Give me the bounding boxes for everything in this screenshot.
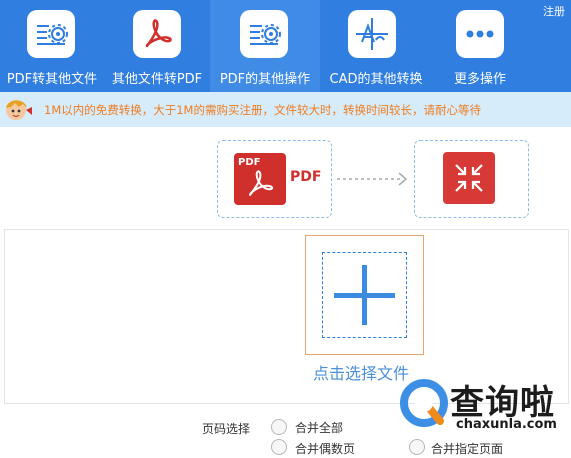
watermark: 查询啦 chaxunla.com bbox=[396, 375, 566, 443]
add-file-button[interactable] bbox=[305, 235, 424, 355]
tab-pdf-other-operations[interactable]: PDF的其他操作 bbox=[210, 0, 320, 92]
tab-pdf-to-other[interactable]: PDF转其他文件 bbox=[0, 0, 104, 92]
merge-all-label: 合并全部 bbox=[295, 421, 344, 435]
tab-more-operations[interactable]: 更多操作 bbox=[432, 0, 528, 92]
more-dots-icon bbox=[456, 10, 504, 58]
tab-label: PDF转其他文件 bbox=[6, 72, 98, 87]
page-selection-label: 页码选择 bbox=[202, 422, 251, 436]
source-file-card: PDF PDF bbox=[217, 140, 332, 218]
merge-even-pages-radio[interactable] bbox=[271, 439, 287, 455]
top-navigation-bar: 注册 PDF转其他文件 其他文件转PDF PDF的其他操作 CAD的其他转换 更… bbox=[0, 0, 571, 92]
compress-arrows-icon bbox=[443, 152, 495, 204]
choose-file-link[interactable]: 点击选择文件 bbox=[313, 360, 409, 384]
tab-label: 更多操作 bbox=[453, 72, 506, 87]
arrow-right-icon bbox=[337, 172, 408, 186]
mascot-icon bbox=[6, 100, 32, 120]
upload-target bbox=[322, 252, 407, 338]
pdf-document-icon: PDF bbox=[234, 153, 286, 205]
tab-other-to-pdf[interactable]: 其他文件转PDF bbox=[104, 0, 210, 92]
tab-cad-other-conversion[interactable]: CAD的其他转换 bbox=[320, 0, 432, 92]
watermark-domain: chaxunla.com bbox=[456, 417, 557, 432]
merge-all-radio[interactable] bbox=[271, 419, 287, 435]
gear-document-icon bbox=[27, 10, 75, 58]
watermark-logo-icon bbox=[400, 379, 448, 427]
gear-document-icon bbox=[240, 10, 288, 58]
notice-banner: 1M以内的免费转换，大于1M的需购买注册，文件较大时，转换时间较长，请耐心等待 bbox=[0, 92, 571, 127]
merge-even-pages-label: 合并偶数页 bbox=[295, 442, 356, 456]
pdf-label: PDF bbox=[290, 169, 322, 185]
tab-label: CAD的其他转换 bbox=[329, 72, 423, 87]
register-link[interactable]: 注册 bbox=[543, 3, 565, 19]
cad-drawing-icon bbox=[348, 10, 396, 58]
notice-text: 1M以内的免费转换，大于1M的需购买注册，文件较大时，转换时间较长，请耐心等待 bbox=[44, 103, 481, 117]
target-file-card bbox=[414, 140, 529, 218]
tab-label: 其他文件转PDF bbox=[111, 72, 203, 87]
pdf-symbol-icon bbox=[133, 10, 181, 58]
tab-label: PDF的其他操作 bbox=[219, 72, 311, 87]
